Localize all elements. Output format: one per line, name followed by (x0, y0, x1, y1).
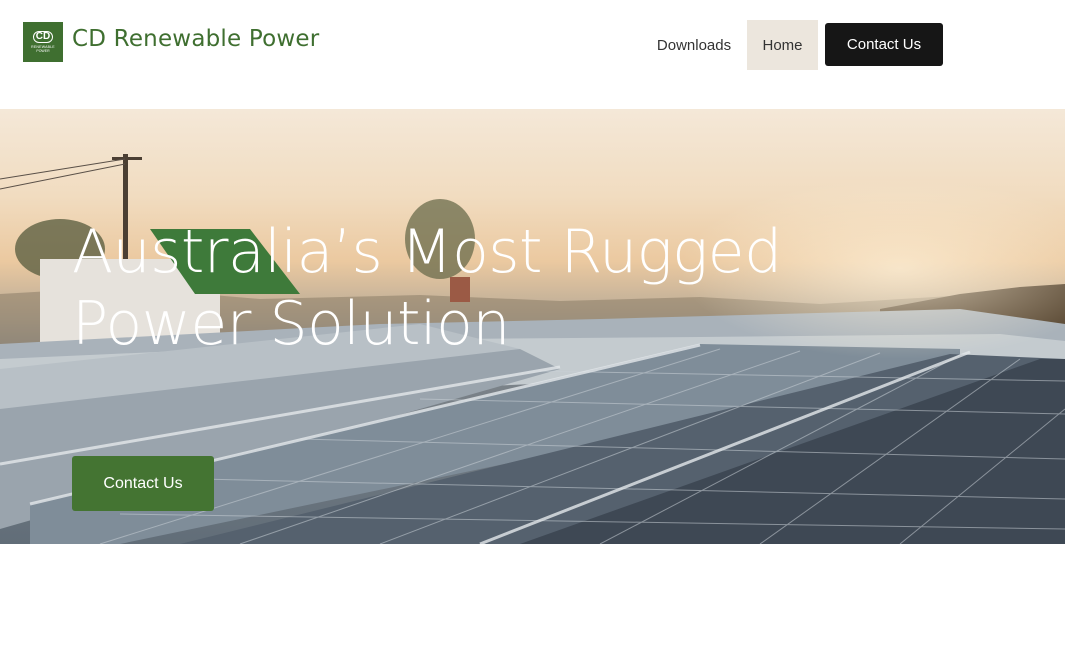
hero-banner: Australia’s Most Rugged Power Solution C… (0, 109, 1065, 544)
site-header: CD RENEWABLE POWER CD Renewable Power Do… (0, 0, 1065, 109)
brand-logo[interactable]: CD RENEWABLE POWER (23, 22, 63, 62)
nav-contact-button[interactable]: Contact Us (825, 23, 943, 66)
nav-home[interactable]: Home (747, 20, 818, 70)
nav-downloads[interactable]: Downloads (644, 20, 744, 70)
logo-subtext-2: POWER (36, 49, 50, 53)
page-content-area (0, 544, 1065, 660)
logo-mark: CD (32, 31, 54, 43)
brand-name[interactable]: CD Renewable Power (72, 26, 319, 52)
hero-contact-button[interactable]: Contact Us (72, 456, 214, 511)
hero-title: Australia’s Most Rugged Power Solution (72, 217, 782, 359)
